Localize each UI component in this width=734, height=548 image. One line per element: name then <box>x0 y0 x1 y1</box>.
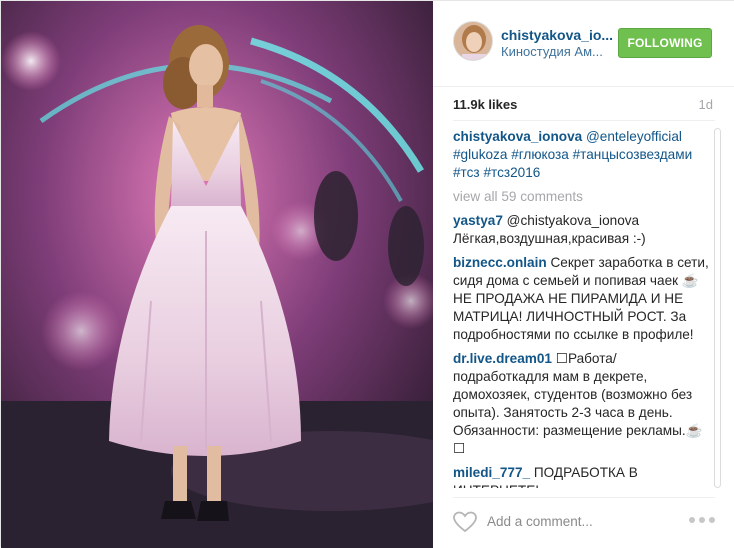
comment-item: dr.live.dream01 ☐Работа/подработкадля ма… <box>453 350 711 458</box>
add-comment-input[interactable] <box>487 508 677 534</box>
likes-count[interactable]: 11.9k likes <box>453 97 517 112</box>
post-photo[interactable] <box>1 1 433 548</box>
heart-icon[interactable] <box>453 511 479 533</box>
comments-list: chistyakova_ionova @enteleyofficial #glu… <box>453 128 711 488</box>
post-card: chistyakova_io... Киностудия Ам... FOLLO… <box>0 0 734 548</box>
comment-username[interactable]: dr.live.dream01 <box>453 351 552 366</box>
caption-username[interactable]: chistyakova_ionova <box>453 129 582 144</box>
comment-item: yastya7 @chistyakova_ionova Лёгкая,возду… <box>453 212 711 248</box>
comment-username[interactable]: miledi_777_ <box>453 465 530 480</box>
location-link[interactable]: Киностудия Ам... <box>501 44 619 59</box>
comment-item: miledi_777_ ПОДРАБОТКА В ИНТЕРНЕТЕ! <box>453 464 711 488</box>
caption-hashtags[interactable]: #glukoza #глюкоза #танцысозвездами #тсз … <box>453 147 692 180</box>
photo-illustration <box>1 1 433 548</box>
divider <box>453 120 715 121</box>
comment-username[interactable]: yastya7 <box>453 213 503 228</box>
dot <box>699 517 705 523</box>
caption-mention[interactable]: @enteleyofficial <box>586 129 682 144</box>
more-options-icon[interactable] <box>689 515 715 525</box>
avatar[interactable] <box>453 21 493 61</box>
username-link[interactable]: chistyakova_io... <box>501 27 619 43</box>
post-time: 1d <box>698 97 713 112</box>
view-all-comments-link[interactable]: view all 59 comments <box>453 188 711 206</box>
following-button[interactable]: FOLLOWING <box>618 28 712 58</box>
comment-text: ☐Работа/подработкадля мам в декрете, дом… <box>453 351 703 456</box>
likes-row: 11.9k likes 1d <box>453 96 715 116</box>
post-header: chistyakova_io... Киностудия Ам... FOLLO… <box>433 1 734 87</box>
comments-scrollbar[interactable] <box>713 128 723 488</box>
comment-footer <box>453 497 715 545</box>
post-details-panel: chistyakova_io... Киностудия Ам... FOLLO… <box>433 1 734 548</box>
dot <box>709 517 715 523</box>
dot <box>689 517 695 523</box>
avatar-image-icon <box>454 22 492 60</box>
comment-username[interactable]: biznecc.onlain <box>453 255 547 270</box>
comment-item: biznecc.onlain Секрет заработка в сети, … <box>453 254 711 344</box>
scrollbar-thumb[interactable] <box>714 128 721 488</box>
caption: chistyakova_ionova @enteleyofficial #glu… <box>453 128 711 182</box>
